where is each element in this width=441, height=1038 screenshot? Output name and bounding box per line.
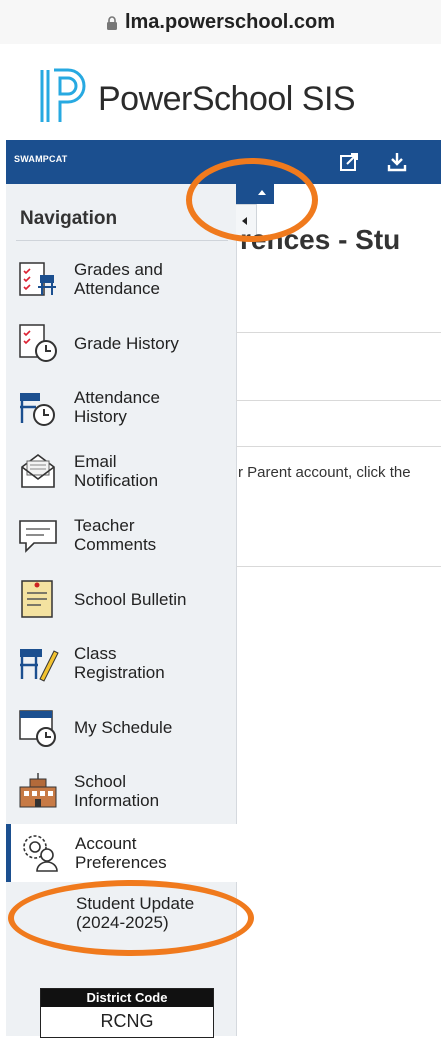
app-header: PowerSchool SIS bbox=[0, 44, 441, 140]
nav-item-class-registration[interactable]: Class Registration bbox=[10, 634, 232, 692]
account-preferences-icon bbox=[23, 835, 58, 872]
address-bar[interactable]: lma.powerschool.com bbox=[0, 0, 441, 45]
nav-item-label: Grades and Attendance bbox=[74, 260, 163, 298]
nav-item-label: School Information bbox=[74, 772, 160, 810]
nav-item-email-notification[interactable]: Email Notification bbox=[10, 442, 232, 500]
nav-item-my-schedule[interactable]: My Schedule bbox=[10, 698, 232, 756]
url-text: lma.powerschool.com bbox=[124, 10, 336, 33]
nav-item-grade-history[interactable]: Grade History bbox=[10, 314, 232, 372]
district-tag[interactable]: SWAMPCAT bbox=[14, 154, 67, 164]
district-code-value: RCNG bbox=[100, 1011, 154, 1031]
nav-item-label: Account Preferences bbox=[75, 834, 167, 872]
nav-item-grades-attendance[interactable]: Grades and Attendance bbox=[10, 250, 232, 308]
comments-icon bbox=[19, 520, 57, 553]
divider bbox=[236, 446, 441, 447]
nav-item-label: School Bulletin bbox=[74, 589, 187, 609]
nav-item-account-preferences[interactable]: Account Preferences bbox=[6, 824, 237, 882]
nav-item-label: Attendance History bbox=[74, 388, 161, 426]
annotation-circle bbox=[186, 158, 318, 242]
attendance-history-icon bbox=[20, 393, 55, 426]
nav-item-label: Teacher Comments bbox=[74, 516, 157, 554]
nav-item-teacher-comments[interactable]: Teacher Comments bbox=[10, 506, 232, 564]
grade-history-icon bbox=[19, 324, 57, 362]
external-link-icon[interactable] bbox=[338, 151, 360, 173]
bulletin-icon bbox=[21, 580, 53, 618]
class-registration-icon bbox=[20, 649, 59, 682]
email-icon bbox=[21, 454, 55, 488]
district-code-label: District Code bbox=[41, 989, 213, 1007]
annotation-circle bbox=[8, 880, 254, 956]
schedule-icon bbox=[19, 710, 56, 747]
school-icon bbox=[19, 773, 57, 808]
nav-item-attendance-history[interactable]: Attendance History bbox=[10, 378, 232, 436]
nav-item-label: Class Registration bbox=[74, 644, 165, 682]
divider bbox=[236, 332, 441, 333]
brand-name: PowerSchool SIS bbox=[98, 80, 356, 118]
instruction-text: r Parent account, click the bbox=[238, 464, 411, 481]
grades-attendance-icon bbox=[19, 262, 56, 296]
nav-item-label: My Schedule bbox=[74, 717, 173, 737]
divider bbox=[236, 400, 441, 401]
download-icon[interactable] bbox=[386, 151, 408, 173]
divider bbox=[236, 566, 441, 567]
district-code-box: District Code RCNG bbox=[40, 988, 214, 1038]
nav-item-label: Email Notification bbox=[74, 452, 159, 490]
powerschool-logo-icon bbox=[40, 68, 86, 122]
navigation-heading: Navigation bbox=[20, 208, 118, 229]
nav-item-school-bulletin[interactable]: School Bulletin bbox=[10, 570, 232, 628]
divider bbox=[16, 240, 228, 241]
nav-item-label: Grade History bbox=[74, 333, 179, 353]
lock-icon bbox=[106, 16, 117, 30]
nav-item-school-information[interactable]: School Information bbox=[10, 762, 232, 820]
